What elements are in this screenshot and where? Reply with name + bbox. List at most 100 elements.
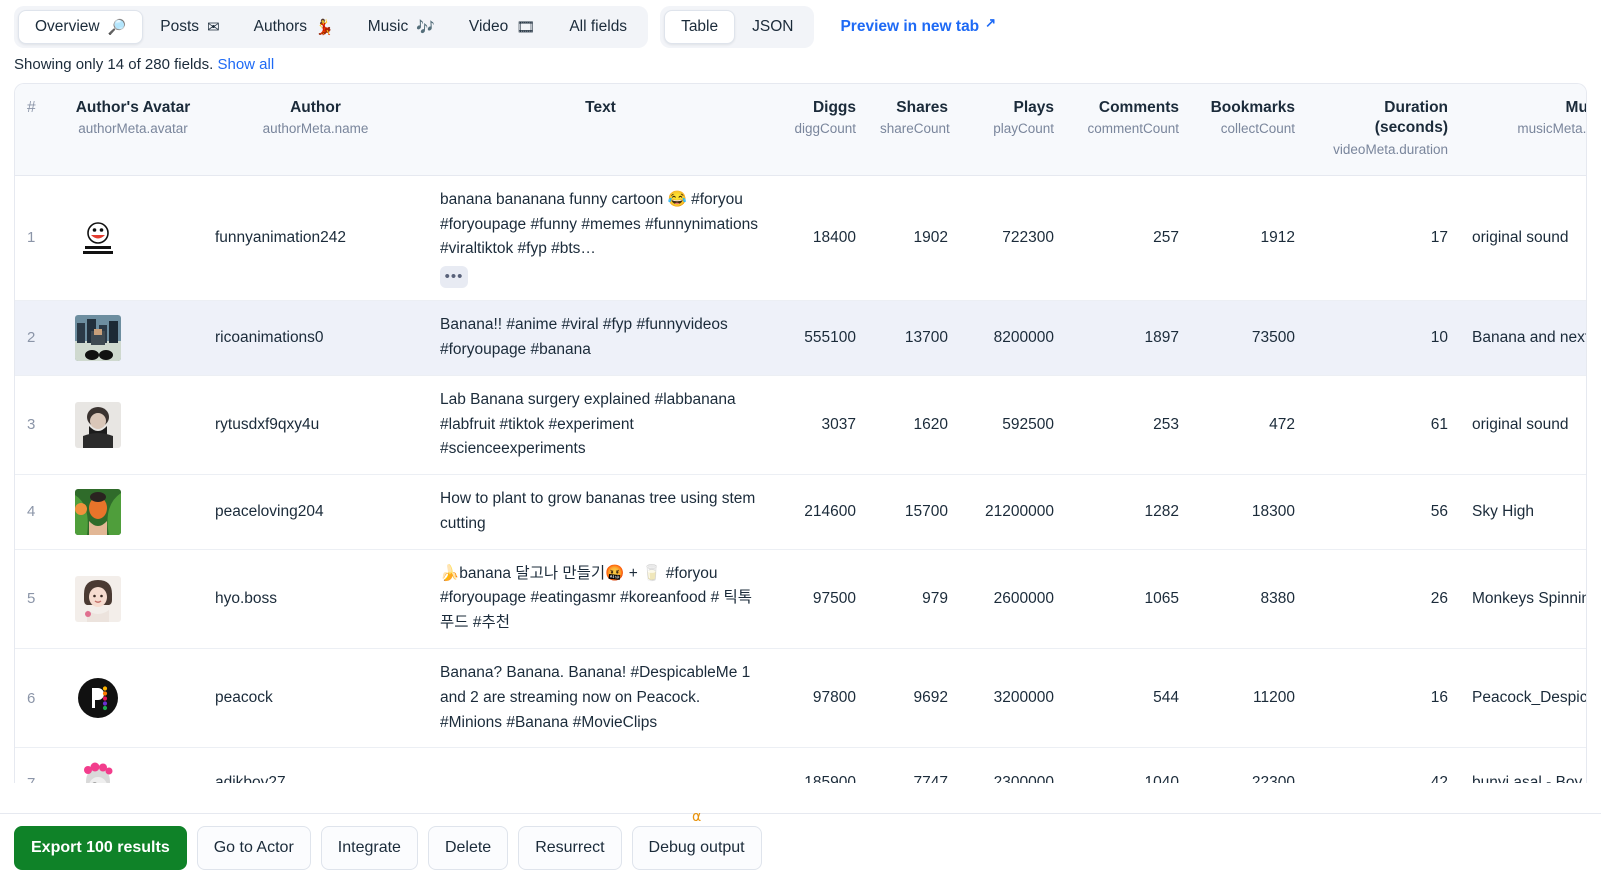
bookmarks-cell: 18300 [1191, 474, 1307, 550]
duration-cell: 42 [1307, 747, 1460, 783]
diggs-cell: 185900 [773, 747, 868, 783]
column-header-text[interactable]: Text [428, 84, 773, 176]
column-title: # [27, 99, 36, 116]
column-header-[interactable]: # [15, 84, 63, 176]
post-text-cell: Lab Banana surgery explained #labbanana … [428, 375, 773, 476]
diggs-cell: 97800 [773, 648, 868, 749]
bookmarks-cell: 472 [1191, 375, 1307, 476]
show-all-fields-link[interactable]: Show all [217, 56, 274, 73]
row-index: 1 [15, 175, 63, 302]
author-avatar-cell [63, 474, 203, 550]
author-name-cell[interactable]: adikboy27 [203, 747, 428, 783]
bookmarks-cell: 22300 [1191, 747, 1307, 783]
tab-json[interactable]: JSON [735, 10, 810, 44]
row-index: 7 [15, 747, 63, 783]
music-name-cell: bunyi asal - Boy 🟨 [1460, 747, 1586, 783]
music-name-cell: original sound [1460, 175, 1586, 302]
tab-label: Posts [160, 18, 200, 35]
table-header-row: # Author's Avatar authorMeta.avatar Author a… [15, 84, 1587, 176]
tab-authors[interactable]: Authors 💃 [237, 10, 351, 44]
shares-cell: 7747 [868, 747, 960, 783]
comments-cell: 1282 [1066, 474, 1191, 550]
author-name-cell[interactable]: peaceloving204 [203, 474, 428, 550]
tab-music[interactable]: Music 🎶 [351, 10, 452, 44]
preview-in-new-tab-link[interactable]: Preview in new tab ↗ [840, 15, 996, 36]
table-row[interactable]: 6 peacock Banana? Banana. Banana! #Despica… [15, 648, 1586, 749]
tab-label: Video [468, 18, 509, 35]
column-header-comments[interactable]: Comments commentCount [1066, 84, 1191, 176]
column-field-path: shareCount [880, 121, 950, 137]
tab-all-fields[interactable]: All fields [552, 10, 644, 44]
table-row[interactable]: 2 ricoanimations0 Banana!! #anime #viral #… [15, 300, 1586, 376]
shares-cell: 9692 [868, 648, 960, 749]
comments-cell: 544 [1066, 648, 1191, 749]
column-field-path: authorMeta.name [262, 121, 369, 137]
film-frames-icon: 🎞 [516, 18, 536, 36]
tab-posts[interactable]: Posts ✉ [143, 10, 236, 44]
author-avatar-cell [63, 648, 203, 749]
diggs-cell: 555100 [773, 300, 868, 376]
action-button-wrapper: Resurrect [518, 825, 622, 870]
person-dancing-icon: 💃 [315, 18, 334, 36]
post-text-cell: banana bananana funny cartoon 😂 #foryou … [428, 175, 773, 302]
comments-cell: 257 [1066, 175, 1191, 302]
resurrect-button[interactable]: Resurrect [518, 825, 622, 870]
view-tab-group: Overview 🔎 Posts ✉ Authors 💃 Music 🎶 Video 🎞 All f… [14, 6, 649, 48]
music-name-cell: Peacock_Despicabl [1460, 648, 1586, 749]
table-row[interactable]: 5 hyo.boss 🍌banana 달고나 만들기🤬 + 🥛 #foryou #f… [15, 549, 1586, 650]
table-row[interactable]: 1 funnyanimation242 banana bananana funny … [15, 175, 1586, 302]
comments-cell: 253 [1066, 375, 1191, 476]
plays-cell: 722300 [960, 175, 1066, 302]
envelope-icon: ✉ [207, 18, 220, 36]
table-row[interactable]: 3 rytusdxf9qxy4u Lab Banana surgery explai… [15, 375, 1586, 476]
music-name-cell: Sky High [1460, 474, 1586, 550]
expand-text-button[interactable]: ••• [440, 266, 468, 289]
tab-table[interactable]: Table [664, 10, 736, 44]
column-title: Music [1565, 99, 1587, 116]
shares-cell: 979 [868, 549, 960, 650]
column-title: Comments [1098, 99, 1179, 116]
music-name-cell: original sound [1460, 375, 1586, 476]
tab-overview[interactable]: Overview 🔎 [18, 10, 144, 44]
author-name-cell[interactable]: rytusdxf9qxy4u [203, 375, 428, 476]
column-header-bookmarks[interactable]: Bookmarks collectCount [1191, 84, 1307, 176]
tab-label: All fields [569, 18, 628, 35]
duration-cell: 10 [1307, 300, 1460, 376]
column-field-path: musicMeta.musicName [1517, 121, 1587, 137]
column-field-path: commentCount [1087, 121, 1179, 137]
delete-button[interactable]: Delete [427, 825, 509, 870]
column-title: Shares [896, 99, 948, 116]
tab-video[interactable]: Video 🎞 [452, 10, 552, 44]
column-title: Text [585, 99, 616, 116]
plays-cell: 21200000 [960, 474, 1066, 550]
column-field-path: collectCount [1220, 121, 1295, 137]
row-index: 2 [15, 300, 63, 376]
column-header-diggs[interactable]: Diggs diggCount [773, 84, 868, 176]
column-header-music[interactable]: Music musicMeta.musicName [1460, 84, 1587, 176]
action-bar: Export 100 results Go to Actor Integrate De… [0, 809, 1601, 883]
author-name-cell[interactable]: hyo.boss [203, 549, 428, 650]
column-header-shares[interactable]: Shares shareCount [868, 84, 960, 176]
table-row[interactable]: 7 adikboy27 1859007747230000010402230042bu… [15, 747, 1586, 783]
export-100-results-button[interactable]: Export 100 results [14, 825, 187, 870]
column-header-plays[interactable]: Plays playCount [960, 84, 1066, 176]
anime-boy-flower-crown-photo-icon [75, 760, 121, 783]
integrate-button[interactable]: Integrate [320, 825, 418, 870]
anime-city-photo-icon [75, 314, 121, 361]
bookmarks-cell: 1912 [1191, 175, 1307, 302]
post-text: Banana!! #anime #viral #fyp #funnyvideos… [440, 316, 728, 358]
music-name-cell: Banana and next to bananana [1460, 300, 1586, 376]
column-header-duration-seconds[interactable]: Duration (seconds) videoMeta.duration [1307, 84, 1460, 176]
table-row[interactable]: 4 peaceloving204 How to plant to grow bana… [15, 474, 1586, 550]
debug-output-button[interactable]: Debug output [631, 825, 762, 870]
funny-animation-logo-icon [75, 214, 121, 261]
column-header-author[interactable]: Author authorMeta.name [203, 84, 428, 176]
results-table-container[interactable]: # Author's Avatar authorMeta.avatar Author a… [14, 83, 1587, 783]
action-button-wrapper: Go to Actor [196, 825, 311, 870]
peacock-logo-icon [75, 675, 121, 722]
column-header-author-s-avatar[interactable]: Author's Avatar authorMeta.avatar [63, 84, 203, 176]
author-name-cell[interactable]: funnyanimation242 [203, 175, 428, 302]
author-name-cell[interactable]: peacock [203, 648, 428, 749]
author-name-cell[interactable]: ricoanimations0 [203, 300, 428, 376]
go-to-actor-button[interactable]: Go to Actor [196, 825, 311, 870]
